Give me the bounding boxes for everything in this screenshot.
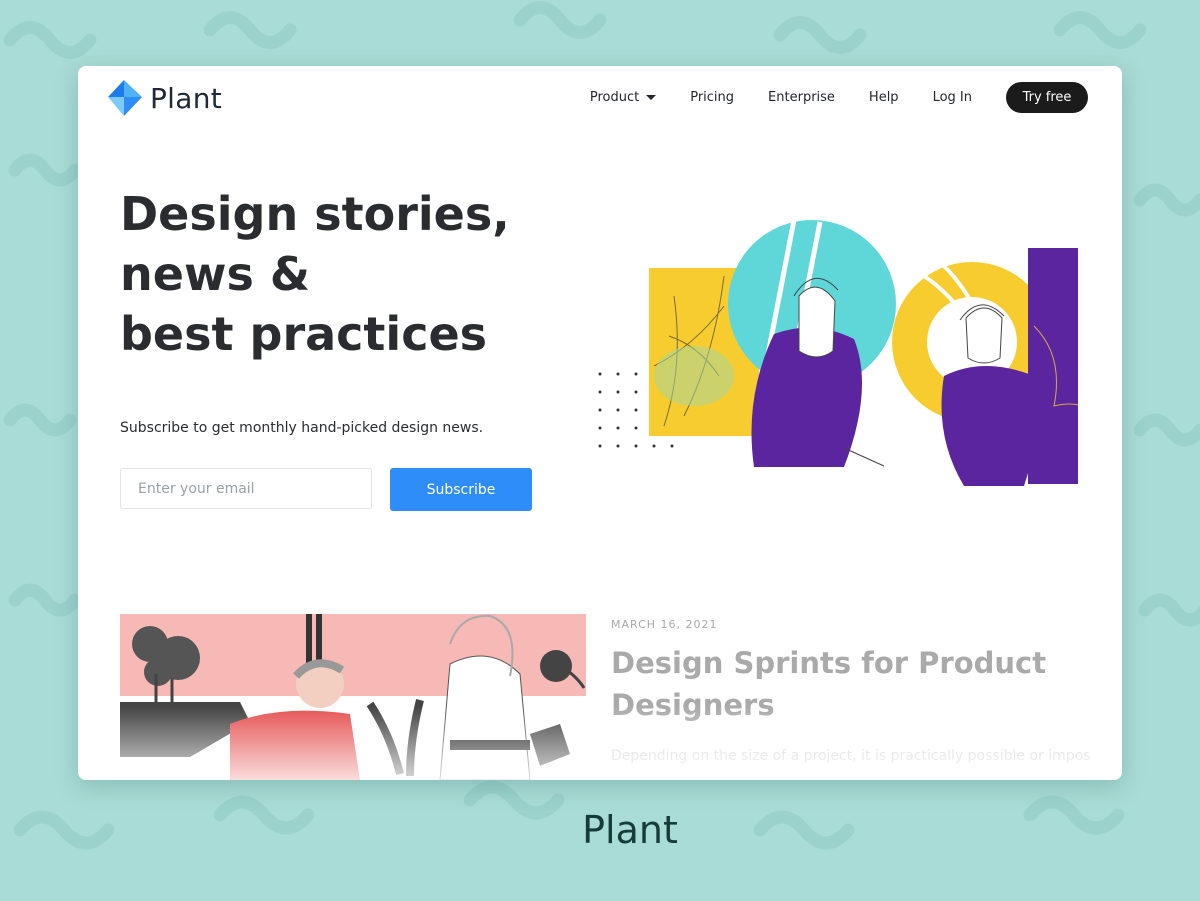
try-free-button[interactable]: Try free — [1006, 82, 1088, 113]
post-date: MARCH 16, 2021 — [611, 618, 718, 631]
subscribe-button[interactable]: Subscribe — [390, 468, 532, 511]
logo[interactable]: Plant — [108, 80, 222, 116]
hero-title-line-2: news & — [120, 247, 310, 301]
browser-window: Plant Product Pricing Enterprise Help Lo… — [78, 66, 1122, 780]
hero-subtitle: Subscribe to get monthly hand-picked des… — [120, 420, 484, 436]
nav-login[interactable]: Log In — [933, 90, 972, 105]
nav-enterprise[interactable]: Enterprise — [768, 90, 835, 105]
plant-logo-icon — [108, 80, 142, 116]
hero-title-line-3: best practices — [120, 307, 488, 361]
post-title[interactable]: Design Sprints for Product Designers — [611, 642, 1051, 726]
hero-title: Design stories, news & best practices — [120, 184, 510, 364]
nav-pricing[interactable]: Pricing — [690, 90, 734, 105]
nav-product-label: Product — [589, 90, 640, 105]
footer-brand-label: Plant — [582, 808, 678, 852]
brand-name: Plant — [150, 81, 223, 115]
hero-title-line-1: Design stories, — [120, 187, 510, 241]
post-excerpt: Depending on the size of a project, it i… — [611, 748, 1091, 764]
nav-help[interactable]: Help — [869, 90, 899, 105]
post-illustration — [120, 614, 586, 780]
email-input[interactable] — [120, 468, 372, 509]
nav-product[interactable]: Product — [589, 90, 657, 105]
caret-down-icon — [646, 95, 657, 100]
main-nav: Product Pricing Enterprise Help Log In T… — [590, 82, 1088, 113]
hero-illustration — [598, 219, 1078, 486]
